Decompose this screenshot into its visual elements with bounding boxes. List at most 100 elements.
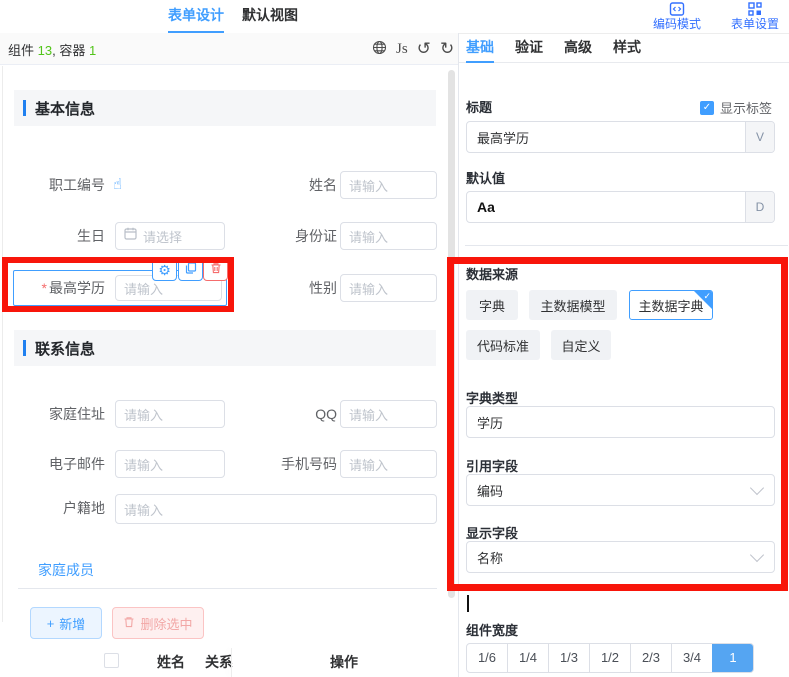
field-label-employee-no: 职工编号 — [20, 171, 105, 199]
birthday-input[interactable]: 请选择 — [115, 222, 225, 250]
canvas-selection-info: 组件 13, 容器 1 — [8, 40, 96, 59]
redo-icon[interactable]: ↻ — [440, 41, 454, 57]
field-label-mobile: 手机号码 — [252, 450, 337, 478]
source-option-dictionary[interactable]: 字典 — [466, 290, 518, 320]
width-segmented-control: 1/6 1/4 1/3 1/2 2/3 3/4 1 — [466, 643, 754, 673]
registered-residence-placeholder: 请输入 — [124, 500, 163, 519]
panel-divider — [458, 33, 459, 677]
default-value-input[interactable]: Aa D — [466, 191, 775, 223]
gear-icon: ⚙ — [158, 263, 171, 277]
gender-placeholder: 请输入 — [349, 279, 388, 298]
undo-icon[interactable]: ↺ — [417, 41, 431, 57]
tab-advanced[interactable]: 高级 — [564, 33, 592, 63]
registered-residence-input[interactable]: 请输入 — [115, 494, 437, 524]
title-variable-button[interactable]: V — [745, 122, 774, 152]
source-option-custom[interactable]: 自定义 — [551, 330, 611, 360]
display-field-value: 名称 — [467, 548, 752, 567]
section-contact-title: 联系信息 — [35, 338, 95, 359]
form-settings-button[interactable]: 表单设置 — [727, 1, 783, 31]
globe-icon[interactable] — [372, 40, 387, 58]
section-accent-bar — [23, 100, 26, 116]
name-placeholder: 请输入 — [349, 176, 388, 195]
default-value-d-button[interactable]: D — [745, 192, 774, 222]
table-header-actions: 操作 — [330, 652, 358, 672]
component-word: 组件 — [8, 43, 38, 58]
canvas-scrollbar[interactable] — [448, 70, 455, 598]
title-value: 最高学历 — [467, 128, 745, 147]
dict-type-label: 字典类型 — [466, 388, 518, 407]
show-label-option[interactable]: ✓ 显示标签 — [700, 98, 772, 117]
width-option-1-6[interactable]: 1/6 — [467, 644, 507, 672]
tab-validation[interactable]: 验证 — [515, 33, 543, 63]
section-basic-title: 基本信息 — [35, 98, 95, 119]
tab-basic[interactable]: 基础 — [466, 33, 494, 63]
source-option-code-standard[interactable]: 代码标准 — [466, 330, 540, 360]
name-input[interactable]: 请输入 — [340, 171, 437, 199]
width-option-2-3[interactable]: 2/3 — [630, 644, 671, 672]
trash-icon — [123, 616, 135, 631]
select-all-checkbox[interactable] — [104, 653, 119, 668]
field-label-registered-residence: 户籍地 — [20, 494, 105, 522]
touch-select-icon[interactable]: ☝ — [113, 171, 122, 199]
form-settings-icon — [747, 1, 763, 17]
tab-default-view[interactable]: 默认视图 — [242, 0, 298, 33]
display-field-select[interactable]: 名称 — [466, 541, 775, 573]
width-option-1-2[interactable]: 1/2 — [589, 644, 630, 672]
panel-section-divider — [465, 245, 788, 246]
education-label-text: 最高学历 — [49, 280, 105, 296]
title-input[interactable]: 最高学历 V — [466, 121, 775, 153]
component-delete-button[interactable] — [203, 258, 228, 281]
dict-type-value: 学历 — [467, 413, 774, 432]
source-option-master-model[interactable]: 主数据模型 — [529, 290, 617, 320]
ref-field-label: 引用字段 — [466, 456, 518, 475]
table-header-relation: 关系 — [205, 652, 233, 672]
mobile-input[interactable]: 请输入 — [340, 450, 437, 478]
ref-field-select[interactable]: 编码 — [466, 474, 775, 506]
copy-icon — [185, 261, 197, 279]
delete-selected-button[interactable]: 删除选中 — [112, 607, 204, 639]
add-row-button[interactable]: + 新增 — [30, 607, 102, 639]
email-placeholder: 请输入 — [124, 455, 163, 474]
width-option-3-4[interactable]: 3/4 — [671, 644, 712, 672]
field-label-birthday: 生日 — [20, 222, 105, 250]
source-option-master-dictionary[interactable]: 主数据字典 ✓ — [629, 290, 713, 320]
width-option-1-3[interactable]: 1/3 — [548, 644, 589, 672]
checkbox-checked-icon[interactable]: ✓ — [700, 101, 714, 115]
dict-type-input[interactable]: 学历 — [466, 406, 775, 438]
family-members-link[interactable]: 家庭成员 — [38, 560, 94, 580]
code-mode-icon — [669, 1, 685, 17]
display-field-label: 显示字段 — [466, 523, 518, 542]
field-label-qq: QQ — [252, 400, 337, 428]
component-count: 13 — [38, 43, 52, 58]
birthday-placeholder: 请选择 — [143, 227, 182, 246]
width-option-1-4[interactable]: 1/4 — [507, 644, 548, 672]
width-option-full[interactable]: 1 — [712, 644, 753, 672]
title-label: 标题 — [466, 97, 492, 116]
data-source-label: 数据来源 — [466, 264, 518, 283]
view-tabs: 表单设计 默认视图 — [168, 0, 298, 33]
component-settings-button[interactable]: ⚙ — [152, 258, 177, 281]
idcard-placeholder: 请输入 — [349, 227, 388, 246]
default-value-label: 默认值 — [466, 168, 505, 187]
field-label-email: 电子邮件 — [20, 450, 105, 478]
ref-field-value: 编码 — [467, 481, 752, 500]
idcard-input[interactable]: 请输入 — [340, 222, 437, 250]
field-label-home-address: 家庭住址 — [20, 400, 105, 428]
default-value-text: Aa — [467, 199, 745, 215]
mobile-placeholder: 请输入 — [349, 455, 388, 474]
section-accent-bar — [23, 340, 26, 356]
tab-form-design[interactable]: 表单设计 — [168, 0, 224, 33]
js-icon[interactable]: Js — [396, 41, 408, 57]
topbar-actions: 编码模式 表单设置 — [649, 1, 783, 31]
home-address-input[interactable]: 请输入 — [115, 400, 225, 428]
table-header-name: 姓名 — [157, 652, 185, 672]
email-input[interactable]: 请输入 — [115, 450, 225, 478]
qq-input[interactable]: 请输入 — [340, 400, 437, 428]
component-copy-button[interactable] — [178, 258, 203, 281]
gender-input[interactable]: 请输入 — [340, 274, 437, 302]
property-tabs: 基础 验证 高级 样式 — [466, 33, 641, 63]
code-mode-label: 编码模式 — [653, 17, 701, 31]
form-settings-label: 表单设置 — [731, 17, 779, 31]
code-mode-button[interactable]: 编码模式 — [649, 1, 705, 31]
tab-style[interactable]: 样式 — [613, 33, 641, 63]
